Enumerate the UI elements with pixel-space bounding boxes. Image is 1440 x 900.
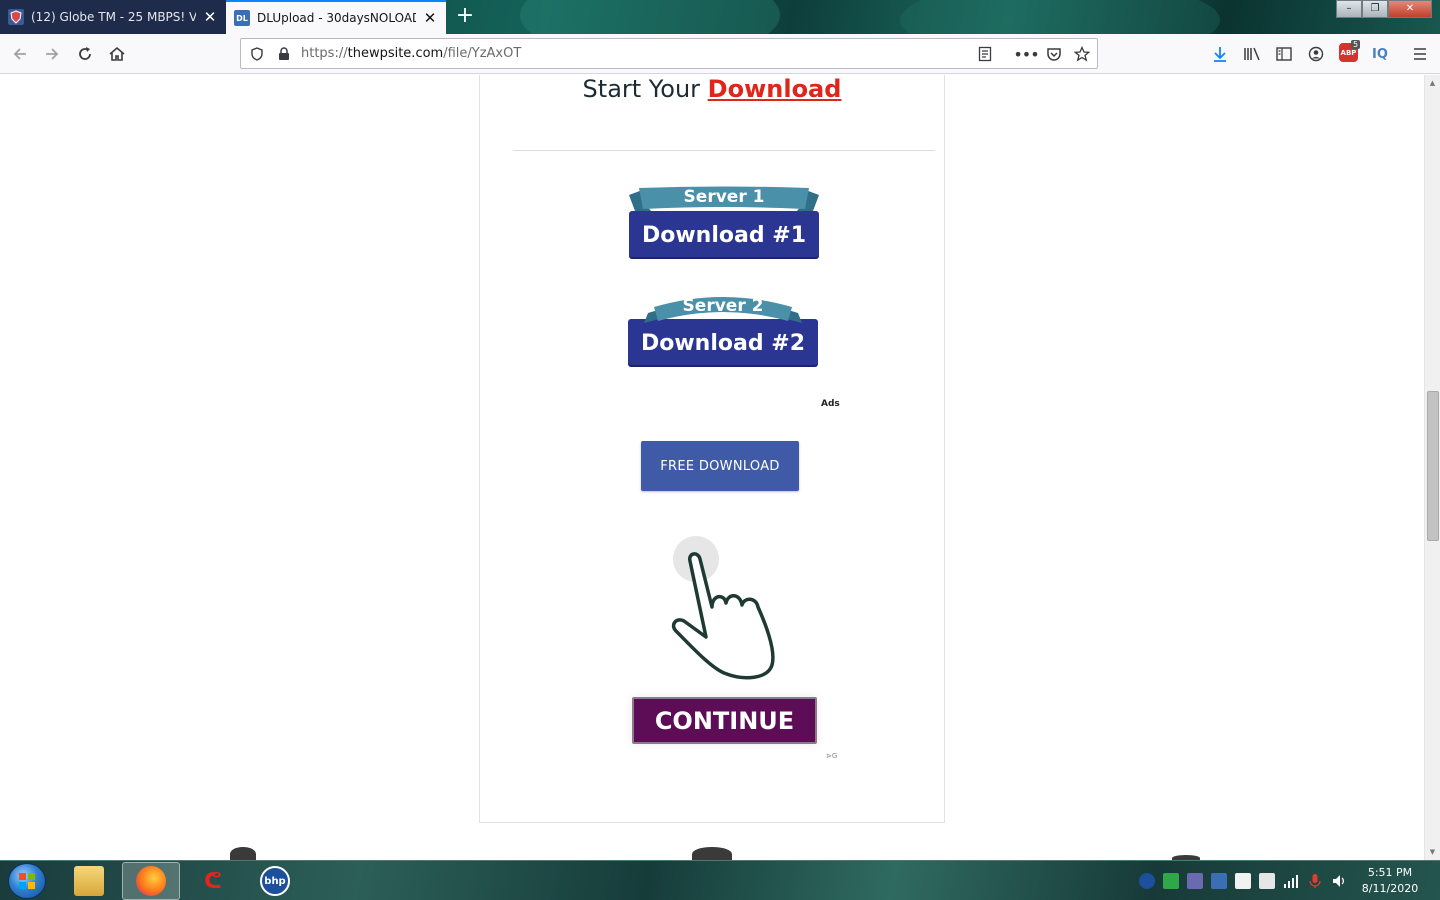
clock-date: 8/11/2020 [1361, 882, 1419, 895]
back-arrow-icon [13, 48, 26, 60]
tray-app-icon[interactable] [1187, 873, 1203, 889]
reader-view-icon[interactable] [975, 44, 995, 64]
account-icon [1308, 46, 1324, 62]
hamburger-menu-icon [1414, 48, 1426, 60]
taskbar-explorer[interactable] [60, 862, 118, 900]
windows-taskbar: ᕦ bhp 5:51 PM 8/11/2020 [0, 860, 1440, 900]
free-download-button[interactable]: FREE DOWNLOAD [641, 441, 799, 491]
adblock-badge-count: 5 [1351, 40, 1361, 49]
download-1-label: Download #1 [629, 211, 819, 257]
url-text[interactable]: https://thewpsite.com/file/YzAxOT [301, 46, 521, 61]
page-actions-icon[interactable]: ••• [1013, 44, 1039, 64]
forward-arrow-icon [46, 48, 59, 60]
restore-button[interactable]: ❐ [1362, 0, 1388, 18]
url-domain: thewpsite.com [347, 46, 444, 61]
background-leaf [520, 0, 780, 34]
new-tab-button[interactable]: + [452, 4, 478, 30]
scroll-up-arrow-icon[interactable]: ▲ [1425, 77, 1440, 89]
tray-signal-icon[interactable] [1283, 873, 1299, 889]
tray-volume-icon[interactable] [1331, 873, 1347, 889]
library-button[interactable] [1240, 42, 1264, 66]
divider [513, 150, 935, 151]
taskbar-garena[interactable]: ᕦ [184, 862, 242, 900]
server-1-ribbon-label: Server 1 [683, 187, 765, 207]
tab-globe-tm[interactable]: (12) Globe TM - 25 MBPS! VIP N ✕ [0, 0, 226, 34]
url-scheme: https:// [301, 46, 348, 61]
reload-button[interactable] [73, 42, 97, 66]
minimize-button[interactable]: – [1336, 0, 1362, 18]
clock-time: 5:51 PM [1367, 866, 1413, 879]
app-menu-button[interactable] [1408, 42, 1432, 66]
url-path: /file/YzAxOT [443, 46, 522, 61]
windows-logo-icon [19, 873, 35, 889]
close-tab-icon[interactable]: ✕ [202, 8, 218, 26]
iq-addon-button[interactable]: IQ [1368, 42, 1392, 66]
partial-icon [692, 847, 732, 860]
close-tab-icon[interactable]: ✕ [422, 9, 438, 27]
tab-title: DLUpload - 30daysNOLOADSSI [257, 11, 416, 25]
headline-text: Start Your [582, 75, 708, 103]
home-icon [109, 46, 125, 61]
tray-flag-icon[interactable] [1259, 873, 1275, 889]
account-button[interactable] [1304, 42, 1328, 66]
library-icon [1244, 47, 1260, 61]
garena-icon: ᕦ [204, 868, 222, 894]
headline-download-link[interactable]: Download [708, 75, 842, 103]
bookmark-star-icon[interactable] [1072, 44, 1092, 64]
server-2-ribbon-label: Server 2 [682, 296, 764, 316]
continue-button[interactable]: CONTINUE [632, 697, 817, 744]
back-button[interactable] [8, 42, 32, 66]
download-2-label: Download #2 [628, 319, 818, 365]
tray-display-icon[interactable] [1211, 873, 1227, 889]
server-2-download-button[interactable]: Download #2 Server 2 [628, 293, 818, 365]
shield-favicon-icon [8, 9, 24, 25]
navigation-toolbar: https://thewpsite.com/file/YzAxOT ••• AB… [0, 34, 1440, 74]
window-controls: – ❐ ✕ [1336, 0, 1432, 18]
pocket-icon[interactable] [1044, 44, 1064, 64]
forward-button[interactable] [40, 42, 64, 66]
sidebar-icon [1276, 47, 1292, 61]
url-bar[interactable]: https://thewpsite.com/file/YzAxOT ••• [240, 38, 1098, 69]
sidebar-button[interactable] [1272, 42, 1296, 66]
download-arrow-icon [1214, 47, 1226, 62]
downloads-button[interactable] [1208, 42, 1232, 66]
tab-title: (12) Globe TM - 25 MBPS! VIP N [31, 10, 196, 24]
tray-chart-icon[interactable] [1235, 873, 1251, 889]
start-button[interactable] [8, 863, 46, 899]
reload-icon [79, 47, 91, 60]
bhp-icon: bhp [260, 866, 290, 896]
tray-green-icon[interactable] [1163, 873, 1179, 889]
scroll-down-arrow-icon[interactable]: ▼ [1425, 846, 1440, 858]
window-close-button[interactable]: ✕ [1388, 0, 1432, 18]
tray-microphone-icon[interactable] [1307, 873, 1323, 889]
ads-label: Ads [821, 399, 840, 409]
folder-icon [74, 866, 104, 896]
system-clock[interactable]: 5:51 PM 8/11/2020 [1355, 865, 1425, 897]
background-leaf [900, 0, 1220, 34]
adchoices-icon[interactable]: ⊳G [826, 752, 837, 760]
vertical-scrollbar[interactable]: ▲ ▼ [1424, 75, 1440, 860]
taskbar-bhp[interactable]: bhp [246, 862, 304, 900]
page-viewport: Start Your Download Download #1 Server 1… [0, 75, 1424, 860]
server-1-download-button[interactable]: Download #1 Server 1 [629, 185, 819, 257]
home-button[interactable] [105, 42, 129, 66]
tab-dlupload[interactable]: DL DLUpload - 30daysNOLOADSSI ✕ [226, 0, 446, 34]
lock-icon[interactable] [274, 44, 294, 64]
dl-favicon-icon: DL [234, 10, 250, 26]
page-title: Start Your Download [0, 75, 1424, 103]
tray-bhp-icon[interactable] [1139, 873, 1155, 889]
browser-tab-strip: (12) Globe TM - 25 MBPS! VIP N ✕ DL DLUp… [0, 0, 1440, 34]
firefox-icon [136, 866, 166, 896]
taskbar-firefox[interactable] [122, 862, 180, 900]
tracking-shield-icon[interactable] [247, 44, 267, 64]
scrollbar-thumb[interactable] [1427, 391, 1439, 541]
partial-icon [230, 847, 256, 860]
pointing-hand-icon [671, 536, 775, 680]
